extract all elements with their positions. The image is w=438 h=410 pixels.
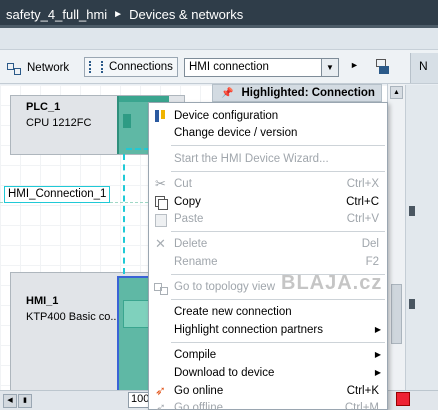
highlighted-connection-tab[interactable]: 📌 Highlighted: Connection — [212, 84, 382, 102]
go-online-icon: ➶ — [155, 383, 166, 398]
go-offline-icon: ➶ — [155, 400, 166, 410]
connection-type-select[interactable]: HMI connection ▼ — [184, 58, 339, 77]
pin-icon: 📌 — [221, 87, 234, 99]
project-name: safety_4_full_hmi — [6, 6, 108, 22]
menu-separator — [171, 231, 385, 232]
menu-download[interactable]: Download to device ▶ — [149, 364, 387, 381]
connections-icon — [89, 61, 103, 73]
menu-compile[interactable]: Compile ▶ — [149, 346, 387, 363]
highlighted-label: Highlighted: Connection — [241, 87, 375, 99]
scroll-thumb[interactable] — [391, 284, 402, 344]
menu-separator — [171, 342, 385, 343]
menu-change-device[interactable]: Change device / version — [149, 124, 387, 141]
menu-go-offline[interactable]: ➶ Go offline Ctrl+M — [149, 399, 387, 410]
menu-device-configuration[interactable]: Device configuration — [149, 107, 387, 124]
submenu-arrow-icon: ▶ — [374, 325, 381, 334]
menu-paste[interactable]: Paste Ctrl+V — [149, 210, 387, 227]
menu-cut[interactable]: ✂ Cut Ctrl+X — [149, 175, 387, 192]
connection-line[interactable] — [123, 154, 126, 274]
network-label: Network — [27, 62, 70, 74]
right-side-pane — [405, 85, 438, 390]
collapse-arrow-icon[interactable] — [409, 206, 415, 216]
menu-start-wizard[interactable]: Start the HMI Device Wizard... — [149, 150, 387, 167]
connection-type-value: HMI connection — [189, 61, 269, 73]
scroll-left-icon[interactable]: ◀ — [3, 394, 17, 408]
collapse-arrow-icon-2[interactable] — [409, 299, 415, 309]
scroll-page-icon[interactable]: ▮ — [18, 394, 32, 408]
menu-go-online[interactable]: ➶ Go online Ctrl+K — [149, 382, 387, 399]
view-name: Devices & networks — [129, 6, 244, 22]
submenu-arrow-icon: ▶ — [374, 368, 381, 377]
topology-icon — [153, 280, 168, 295]
hmi-type: KTP400 Basic co... — [26, 311, 120, 323]
toolbar-more-button[interactable]: ► — [350, 60, 359, 70]
paste-icon — [153, 212, 168, 227]
menu-create-connection[interactable]: Create new connection — [149, 303, 387, 320]
connection-label[interactable]: HMI_Connection_1 — [4, 186, 111, 203]
connections-button[interactable]: Connections — [84, 57, 178, 77]
watermark: BLAJA.cz — [281, 272, 383, 294]
delete-icon: ✕ — [155, 236, 166, 251]
connections-label: Connections — [109, 61, 173, 73]
menu-highlight-partners[interactable]: Highlight connection partners ▶ — [149, 321, 387, 338]
hmi-name: HMI_1 — [26, 295, 59, 307]
plc-name: PLC_1 — [26, 101, 61, 113]
editor-tab-strip — [0, 28, 438, 50]
menu-copy[interactable]: Copy Ctrl+C — [149, 193, 387, 210]
scroll-up-icon[interactable]: ▲ — [390, 86, 403, 99]
menu-separator — [171, 145, 385, 146]
vertical-scrollbar[interactable]: ▲ — [387, 84, 405, 390]
device-config-icon — [153, 109, 168, 123]
context-menu: Device configuration Change device / ver… — [148, 102, 388, 410]
menu-separator — [171, 299, 385, 300]
plc-type: CPU 1212FC — [26, 117, 92, 129]
cut-icon: ✂ — [155, 176, 166, 191]
view-settings-icon[interactable] — [374, 58, 390, 74]
menu-rename[interactable]: Rename F2 — [149, 253, 387, 270]
title-bar: safety_4_full_hmi ► Devices & networks — [0, 0, 438, 28]
copy-icon — [153, 195, 168, 210]
network-icon — [6, 61, 22, 75]
submenu-arrow-icon: ▶ — [374, 350, 381, 359]
menu-separator — [171, 171, 385, 172]
scroll-end-icon[interactable] — [396, 392, 410, 406]
chevron-down-icon[interactable]: ▼ — [321, 59, 338, 76]
breadcrumb-separator: ► — [113, 8, 124, 20]
connection-line-stub — [126, 148, 150, 150]
network-view-button[interactable]: Network — [6, 59, 69, 77]
menu-delete[interactable]: ✕ Delete Del — [149, 235, 387, 252]
tab-network-data[interactable]: N — [410, 53, 438, 83]
